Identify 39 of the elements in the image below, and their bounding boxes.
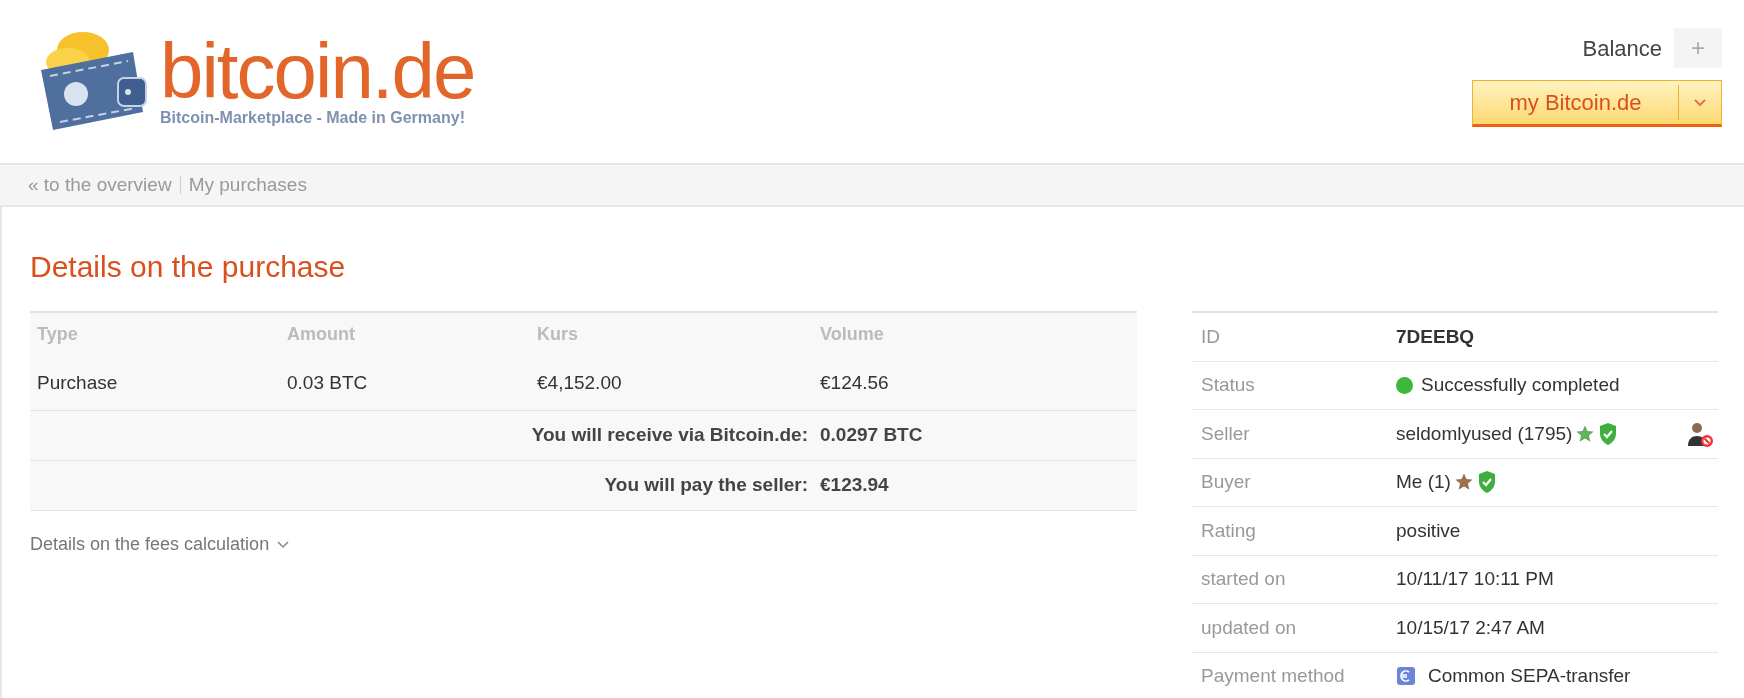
fees-details-toggle[interactable]: Details on the fees calculation bbox=[30, 531, 290, 558]
account-menu-button[interactable]: my Bitcoin.de bbox=[1472, 80, 1722, 127]
detail-label: Status bbox=[1201, 373, 1256, 397]
trade-id: 7DEEBQ bbox=[1396, 324, 1475, 349]
column-header: Type bbox=[37, 323, 79, 346]
payment-method-text: Common SEPA-transfer bbox=[1428, 664, 1631, 688]
table-cell-text: €4,152.00 bbox=[537, 371, 623, 396]
summary-label: You will pay the seller: bbox=[603, 473, 809, 498]
euro-payment-icon bbox=[1396, 666, 1416, 687]
detail-label: Rating bbox=[1201, 518, 1257, 543]
table-cell-text: €124.56 bbox=[820, 371, 890, 396]
detail-label: ID bbox=[1201, 324, 1221, 349]
detail-label: Seller bbox=[1201, 421, 1251, 446]
summary-label: You will receive via Bitcoin.de: bbox=[530, 423, 809, 448]
summary-value: €123.94 bbox=[820, 473, 890, 498]
breadcrumb-current: My purchases bbox=[188, 172, 307, 197]
detail-value: 10/11/17 10:11 PM bbox=[1396, 567, 1554, 591]
column-header: Kurs bbox=[537, 323, 579, 346]
user-name[interactable]: seldomlyused (1795) bbox=[1396, 419, 1573, 448]
chevron-icon bbox=[277, 540, 290, 549]
detail-value: positive bbox=[1396, 518, 1461, 543]
table-cell-text: 0.03 BTC bbox=[287, 371, 369, 396]
user-name[interactable]: Me (1) bbox=[1396, 468, 1451, 497]
detail-label: Payment method bbox=[1201, 664, 1346, 688]
detail-label: Buyer bbox=[1201, 470, 1252, 494]
balance-label: Balance bbox=[1582, 34, 1662, 63]
column-header: Amount bbox=[287, 323, 356, 346]
detail-value: 10/15/17 2:47 AM bbox=[1396, 615, 1545, 640]
column-header: Volume bbox=[820, 323, 885, 346]
status-text: Successfully completed bbox=[1421, 373, 1620, 397]
detail-label: updated on bbox=[1201, 615, 1298, 640]
table-cell-text: Purchase bbox=[37, 371, 119, 396]
caret-down-icon[interactable] bbox=[1693, 97, 1707, 108]
logo-tagline: Bitcoin-Marketplace - Made in Germany! bbox=[160, 107, 466, 128]
detail-label: started on bbox=[1201, 567, 1287, 591]
back-link[interactable]: « to the overview bbox=[28, 170, 172, 200]
summary-value: 0.0297 BTC bbox=[820, 423, 924, 448]
logo-wordmark: bitcoin.de bbox=[160, 31, 475, 110]
page-title: Details on the purchase bbox=[30, 249, 347, 285]
